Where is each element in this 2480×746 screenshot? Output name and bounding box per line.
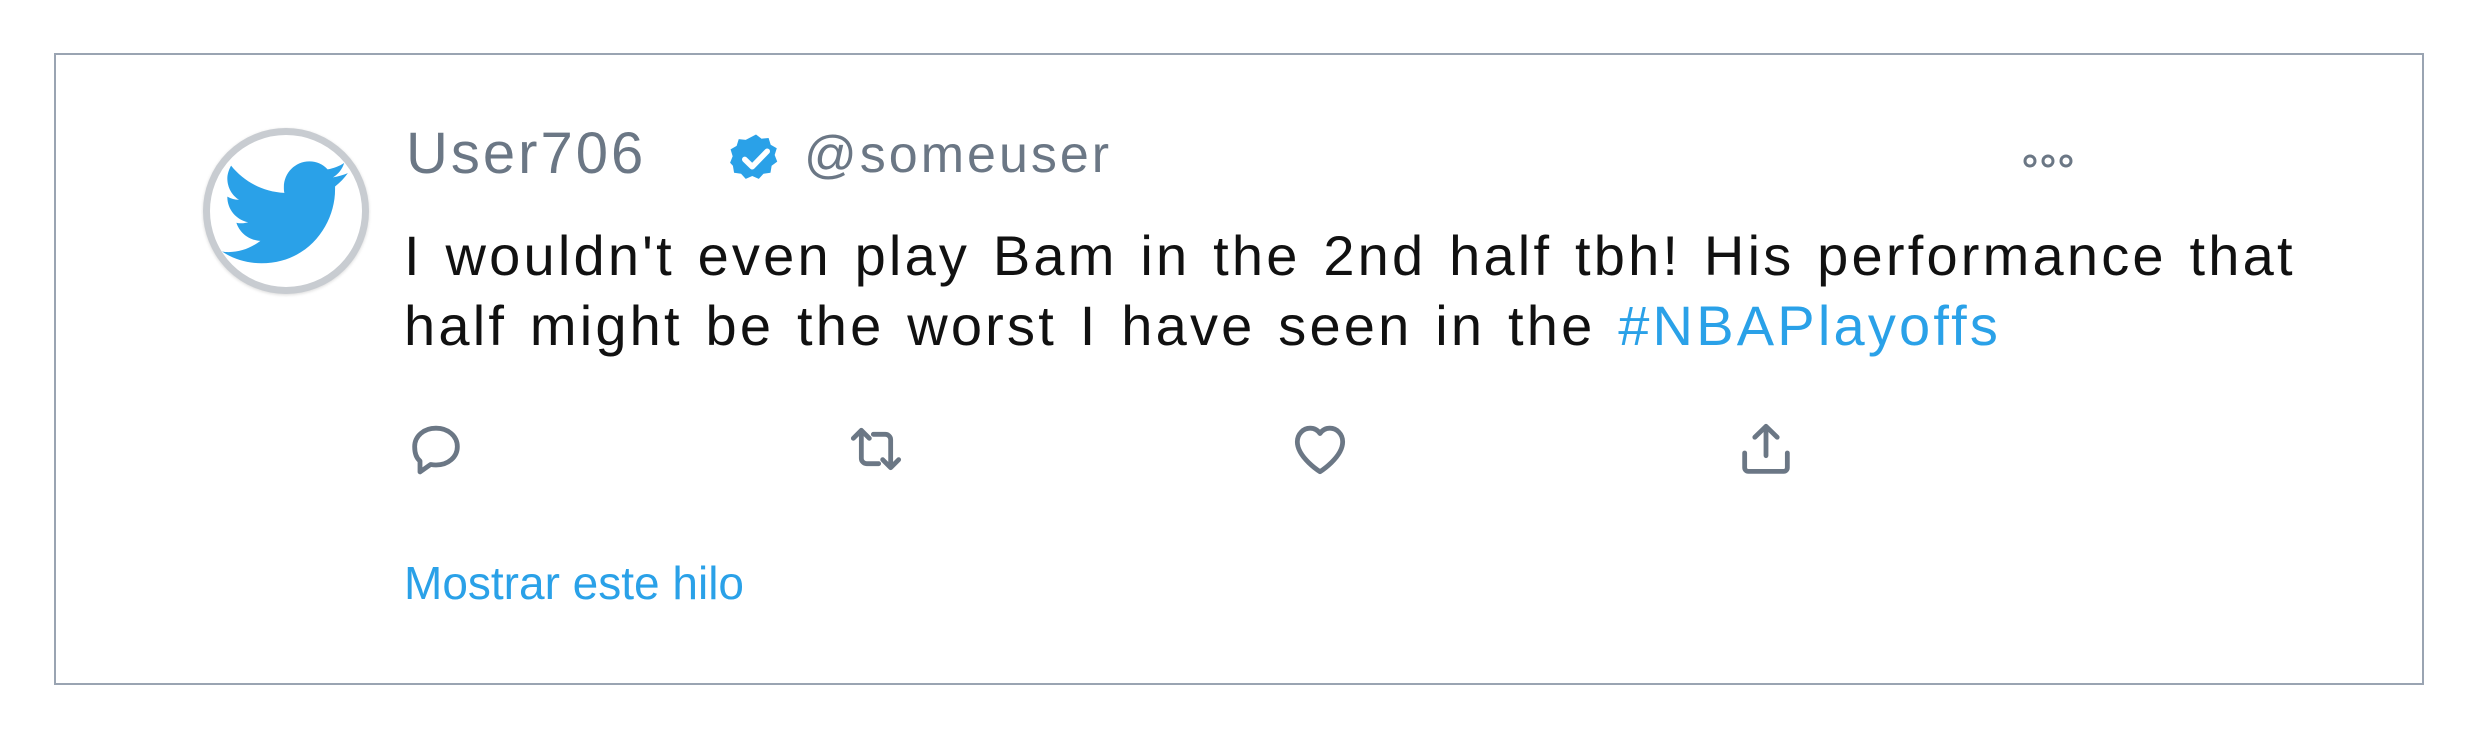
twitter-bird-icon <box>222 161 348 264</box>
display-name[interactable]: User706 <box>406 125 646 183</box>
reply-button[interactable] <box>404 417 468 481</box>
tweet-text: I wouldn't even play Bam in the 2nd half… <box>404 221 2364 361</box>
retweet-icon <box>850 427 902 471</box>
tweet-card[interactable]: User706 @someuser I wouldn't even play B… <box>54 53 2424 685</box>
tweet-text-body: I wouldn't even play Bam in the 2nd half… <box>404 224 2296 357</box>
user-handle[interactable]: @someuser <box>804 129 1112 181</box>
retweet-button[interactable] <box>844 417 908 481</box>
more-options-icon[interactable] <box>2018 151 2078 171</box>
share-icon <box>1742 423 1790 474</box>
like-button[interactable] <box>1288 417 1352 481</box>
reply-icon <box>412 425 460 475</box>
verified-badge-icon <box>730 134 778 179</box>
show-thread-link[interactable]: Mostrar este hilo <box>404 560 744 606</box>
heart-icon <box>1294 425 1346 475</box>
avatar[interactable] <box>203 128 369 294</box>
share-button[interactable] <box>1734 417 1798 481</box>
hashtag-link[interactable]: #NBAPlayoffs <box>1618 294 2001 357</box>
